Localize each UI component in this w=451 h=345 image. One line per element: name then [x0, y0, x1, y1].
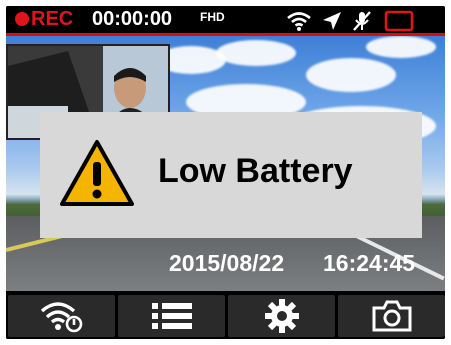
- camera-button[interactable]: [338, 295, 445, 337]
- mic-muted-icon: [353, 11, 371, 31]
- warning-icon: [60, 140, 134, 206]
- bottom-toolbar: [6, 293, 445, 339]
- status-bar: REC 00:00:00 FHD: [6, 6, 445, 36]
- record-dot-icon: [15, 12, 29, 26]
- gps-arrow-icon: [323, 12, 341, 30]
- wifi-settings-button[interactable]: [8, 295, 115, 337]
- menu-list-icon: [151, 303, 192, 329]
- record-timer: 00:00:00: [92, 8, 173, 30]
- memory-card-icon: [384, 10, 414, 32]
- gear-icon: [264, 299, 299, 333]
- record-label: REC: [31, 8, 74, 30]
- dashcam-screen: REC 00:00:00 FHD Low Battery 2015/08/22 …: [6, 6, 445, 339]
- alert-message: Low Battery: [158, 152, 353, 190]
- resolution-label: FHD: [200, 10, 225, 24]
- overlay-date: 2015/08/22: [169, 250, 285, 276]
- overlay-time: 16:24:45: [323, 250, 416, 276]
- wifi-icon: [287, 12, 311, 31]
- settings-button[interactable]: [228, 295, 335, 337]
- low-battery-dialog: Low Battery: [40, 112, 422, 238]
- wifi-settings-icon: [40, 302, 82, 333]
- camera-icon: [372, 300, 411, 332]
- menu-button[interactable]: [118, 295, 225, 337]
